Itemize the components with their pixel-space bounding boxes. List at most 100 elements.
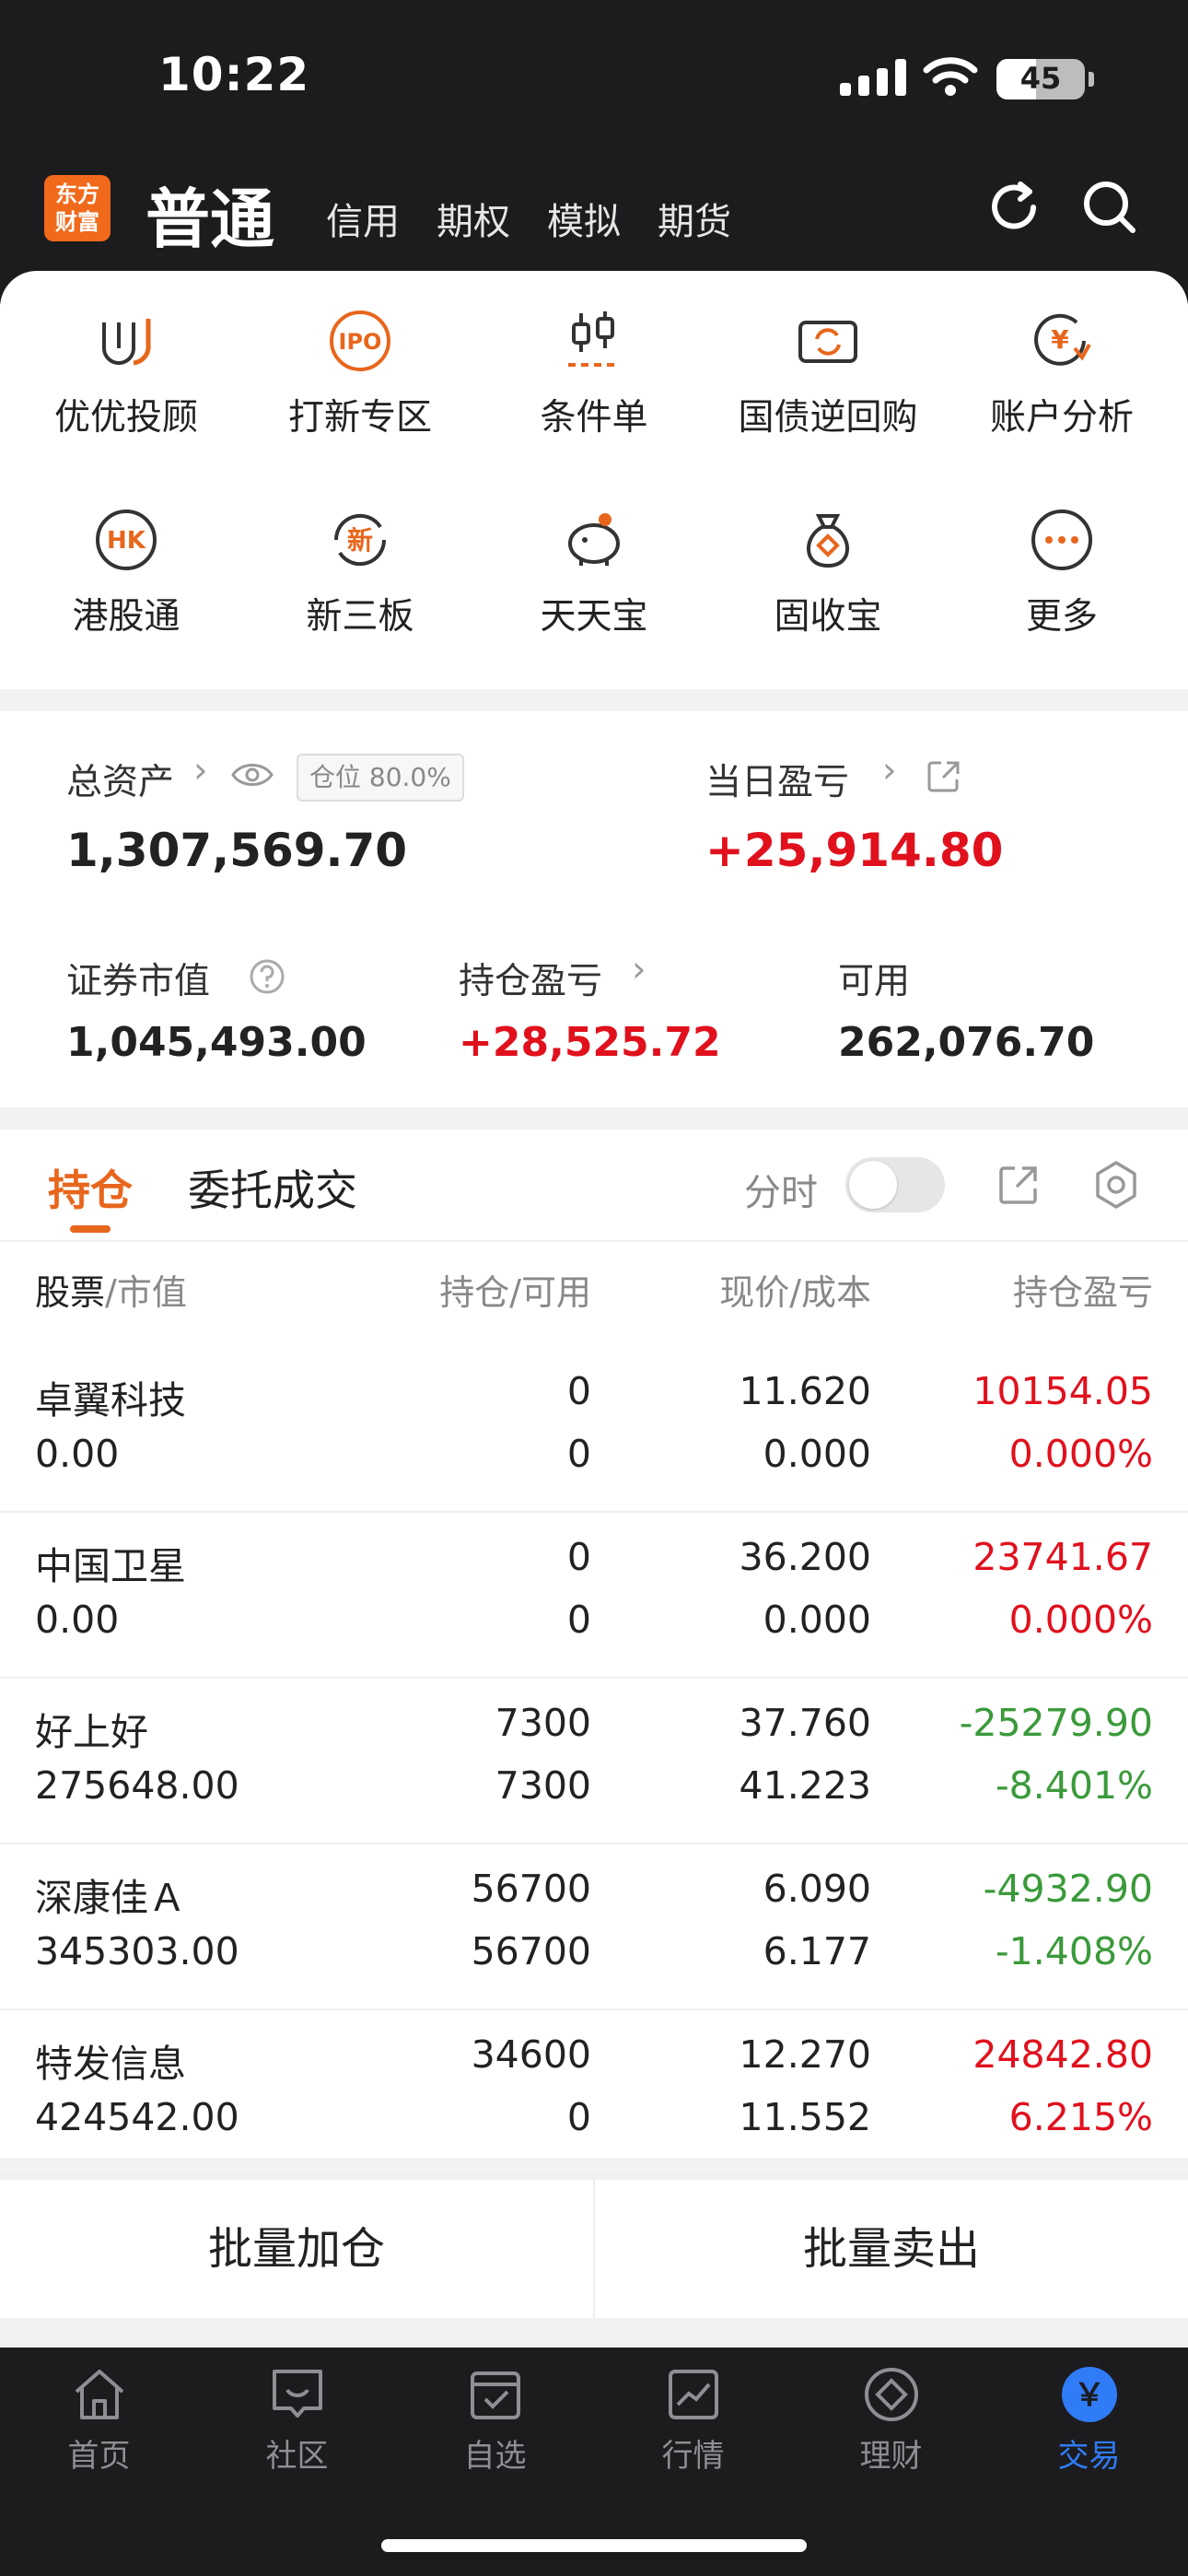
- quick-item-account-analysis[interactable]: ¥ 账户分析: [943, 308, 1181, 440]
- stock-pl-pct: 0.000%: [1008, 1598, 1153, 1642]
- quick-entry-panel: 优优投顾 IPO 打新专区 条件单 国债逆回购 ¥ 账户分析 HK 港股通 新 …: [0, 271, 1188, 689]
- quick-item-label: 新三板: [306, 596, 414, 638]
- home-icon: [75, 2370, 123, 2419]
- share-icon[interactable]: [926, 759, 961, 794]
- tab-positions[interactable]: 持仓: [48, 1157, 133, 1218]
- mode-tab-simulation[interactable]: 模拟: [547, 192, 621, 245]
- wifi-icon: [923, 57, 978, 96]
- cellular-signal-icon: [840, 59, 906, 96]
- account-summary: 总资产 › 仓位 80.0% 1,307,569.70 当日盈亏 › +25,9…: [0, 711, 1188, 1107]
- stock-market-value: 275648.00: [35, 1763, 239, 1808]
- quick-item-label: 条件单: [540, 397, 648, 439]
- community-icon: [272, 2370, 322, 2418]
- tab-underline: [70, 1225, 111, 1233]
- stock-available: 0: [566, 1598, 591, 1642]
- eye-icon[interactable]: [230, 759, 274, 790]
- batch-add-button[interactable]: 批量加仓: [0, 2180, 593, 2318]
- table-row[interactable]: 特发信息 424542.00 34600 0 12.270 11.552 24842.80 6…: [0, 2010, 1188, 2176]
- quick-item-ipo[interactable]: IPO 打新专区: [241, 308, 479, 440]
- watchlist-icon: [470, 2371, 520, 2419]
- table-row[interactable]: 深康佳Ａ 345303.00 56700 56700 6.090 6.177 -4932.9…: [0, 1844, 1188, 2010]
- help-icon[interactable]: [249, 958, 285, 995]
- quick-item-fixed-income[interactable]: 固收宝: [709, 507, 947, 639]
- col-header-pl[interactable]: 持仓盈亏: [1013, 1264, 1153, 1315]
- app-logo: 东方 财富: [44, 175, 111, 241]
- position-ratio-badge: 仓位 80.0%: [297, 754, 464, 802]
- condition-order-icon: [568, 311, 620, 367]
- col-header-stock-label: 股票: [35, 1272, 106, 1313]
- col-header-qty[interactable]: 持仓/可用: [439, 1264, 591, 1315]
- stock-cost: 11.552: [739, 2095, 871, 2139]
- tabbar-watchlist[interactable]: 自选: [396, 2364, 594, 2476]
- quick-item-reverse-repo[interactable]: 国债逆回购: [709, 308, 947, 440]
- table-row[interactable]: 好上好 275648.00 7300 7300 37.760 41.223 -25279.9…: [0, 1679, 1188, 1844]
- stock-pl: -25279.90: [959, 1701, 1153, 1745]
- mode-tab-credit[interactable]: 信用: [326, 192, 400, 245]
- settings-icon[interactable]: [1090, 1159, 1142, 1211]
- col-header-price[interactable]: 现价/成本: [719, 1264, 871, 1315]
- stock-cost: 0.000: [763, 1432, 871, 1476]
- tabbar-label: 交易: [1057, 2438, 1121, 2475]
- daily-pl-label[interactable]: 当日盈亏: [705, 754, 849, 805]
- battery-icon: 45: [996, 59, 1085, 100]
- market-value-value: 1,045,493.00: [66, 1019, 367, 1066]
- mode-tab-options[interactable]: 期权: [437, 192, 510, 245]
- header: 10:22 45 东方 财富 普通 信用 期权 模拟 期货: [0, 0, 1188, 304]
- status-time: 10:22: [158, 48, 310, 101]
- divider: [0, 1240, 1188, 1242]
- quick-item-daily-treasure[interactable]: 天天宝: [475, 507, 713, 639]
- col-header-stock[interactable]: 股票/市值: [35, 1264, 187, 1315]
- col-header-market-value-label: /市值: [105, 1272, 187, 1313]
- quick-item-more[interactable]: 更多: [943, 507, 1181, 639]
- mode-tab-normal[interactable]: 普通: [146, 168, 274, 261]
- stock-cost: 6.177: [763, 1929, 871, 1973]
- stock-available: 56700: [471, 1929, 591, 1973]
- chevron-right-icon: ›: [882, 750, 897, 791]
- tab-orders[interactable]: 委托成交: [188, 1157, 357, 1218]
- quick-item-label: 固收宝: [774, 596, 882, 638]
- stock-price: 11.620: [739, 1369, 871, 1413]
- export-icon[interactable]: [996, 1163, 1041, 1207]
- table-row[interactable]: 中国卫星 0.00 0 0 36.200 0.000 23741.67 0.000%: [0, 1513, 1188, 1679]
- quick-item-condition-order[interactable]: 条件单: [475, 308, 713, 440]
- total-assets-value: 1,307,569.70: [66, 824, 408, 877]
- stock-pl: -4932.90: [983, 1867, 1153, 1911]
- intraday-toggle[interactable]: [845, 1157, 945, 1212]
- batch-sell-button[interactable]: 批量卖出: [595, 2180, 1188, 2318]
- stock-qty: 56700: [471, 1867, 591, 1911]
- tabbar-community[interactable]: 社区: [198, 2364, 396, 2476]
- svg-text:新: 新: [347, 525, 373, 556]
- stock-pl: 24842.80: [973, 2032, 1153, 2077]
- table-row[interactable]: 卓翼科技 0.00 0 0 11.620 0.000 10154.05 0.000%: [0, 1347, 1188, 1513]
- quick-item-label: 国债逆回购: [738, 397, 918, 439]
- mode-tab-futures[interactable]: 期货: [658, 192, 731, 245]
- piggy-bank-icon: [568, 513, 620, 566]
- stock-name: 特发信息: [35, 2042, 186, 2086]
- stock-price: 6.090: [763, 1867, 871, 1911]
- holding-pl-label[interactable]: 持仓盈亏: [459, 953, 602, 1004]
- home-indicator[interactable]: [381, 2539, 807, 2552]
- quick-item-uu-advisor[interactable]: 优优投顾: [7, 308, 245, 440]
- uu-advisor-icon: [102, 319, 151, 366]
- stock-pl-pct: -1.408%: [995, 1929, 1153, 1973]
- trade-page: 10:22 45 东方 财富 普通 信用 期权 模拟 期货 优优投顾 IPO 打…: [0, 0, 1188, 2576]
- search-icon[interactable]: [1079, 177, 1140, 238]
- tabbar-trade[interactable]: ￥ 交易: [990, 2364, 1188, 2476]
- stock-cost: 41.223: [739, 1763, 871, 1808]
- account-analysis-icon: ¥: [1034, 313, 1091, 366]
- quick-item-neeq[interactable]: 新 新三板: [241, 507, 479, 639]
- quick-item-hk-connect[interactable]: HK 港股通: [7, 507, 245, 639]
- reverse-repo-icon: [798, 321, 857, 363]
- quick-item-label: 港股通: [72, 596, 181, 638]
- tabbar-label: 自选: [463, 2438, 527, 2475]
- stock-price: 12.270: [739, 2032, 871, 2077]
- tabbar-home[interactable]: 首页: [0, 2364, 198, 2476]
- tabbar-market[interactable]: 行情: [594, 2364, 792, 2476]
- available-label: 可用: [838, 961, 911, 1002]
- total-assets-label[interactable]: 总资产: [66, 754, 174, 805]
- tabbar-wealth[interactable]: 理财: [792, 2364, 990, 2476]
- quick-item-label: 更多: [1025, 596, 1098, 638]
- tabbar-label: 首页: [67, 2438, 131, 2475]
- stock-price: 36.200: [739, 1535, 871, 1579]
- refresh-icon[interactable]: [984, 177, 1044, 238]
